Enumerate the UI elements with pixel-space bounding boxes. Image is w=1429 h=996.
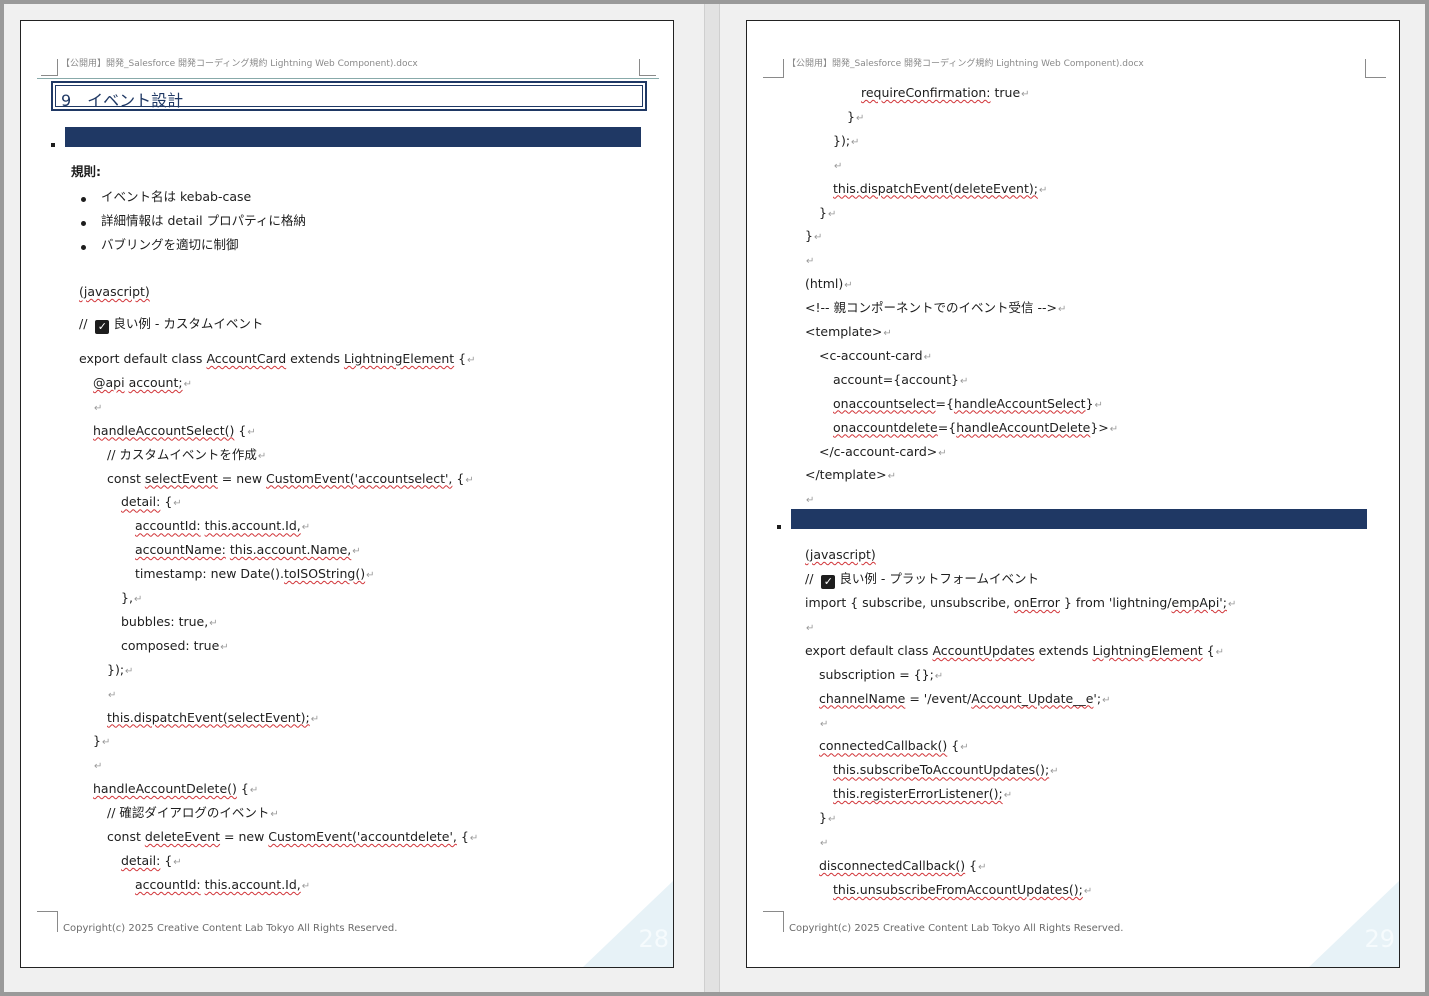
corner-decoration — [1309, 881, 1399, 967]
code-line: @api account;↵ — [93, 374, 192, 390]
page-footer: Copyright(c) 2025 Creative Content Lab T… — [63, 923, 398, 934]
code-line: handleAccountSelect() {↵ — [93, 422, 256, 438]
code-line: accountId: this.account.Id,↵ — [135, 876, 311, 892]
code-line: <!-- 親コンポーネントでのイベント受信 -->↵ — [805, 300, 1067, 316]
crop-mark — [1365, 59, 1386, 78]
code-line: ↵ — [94, 761, 103, 773]
code-line: detail: {↵ — [121, 852, 182, 868]
checkbox-checked-icon: ✓ — [821, 575, 836, 589]
page-footer: Copyright(c) 2025 Creative Content Lab T… — [789, 923, 1124, 934]
header-rule — [37, 78, 659, 79]
good-example-comment: // ✓ 良い例 - カスタムイベント — [79, 316, 264, 334]
checkbox-checked-icon: ✓ — [95, 320, 110, 334]
code-line: const selectEvent = new CustomEvent('acc… — [107, 470, 474, 486]
heading-1-text: 9 イベント設計 — [61, 91, 184, 110]
rules-label: 規則: — [71, 164, 101, 179]
code-line: import { subscribe, unsubscribe, onError… — [805, 595, 1237, 610]
code-line: ↵ — [94, 402, 103, 414]
bullet — [81, 197, 86, 202]
code-line: }↵ — [93, 733, 111, 749]
code-line: }↵ — [819, 204, 837, 220]
code-line: connectedCallback() {↵ — [819, 738, 969, 754]
list-marker — [777, 525, 781, 529]
document-canvas: 【公開用】開発_Salesforce 開発コーディング規約 Lightning … — [4, 4, 1425, 992]
code-line: ↵ — [806, 622, 815, 634]
code-line: accountName: this.account.Name,↵ — [135, 542, 361, 558]
page-28[interactable]: 【公開用】開発_Salesforce 開発コーディング規約 Lightning … — [20, 20, 674, 968]
corner-decoration — [583, 881, 673, 967]
code-line: }↵ — [847, 108, 865, 124]
bullet — [81, 221, 86, 226]
code-line: <template>↵ — [805, 324, 892, 339]
code-line: this.unsubscribeFromAccountUpdates();↵ — [833, 881, 1093, 897]
page-header: 【公開用】開発_Salesforce 開発コーディング規約 Lightning … — [787, 59, 1144, 69]
code-line: detail: {↵ — [121, 494, 182, 510]
code-line: </c-account-card>↵ — [819, 443, 947, 459]
good-example-comment: // ✓ 良い例 - プラットフォームイベント — [805, 571, 1039, 589]
page-header: 【公開用】開発_Salesforce 開発コーディング規約 Lightning … — [61, 59, 418, 69]
heading-2[interactable]: 9.2 プラットフォームイベント — [791, 509, 1367, 547]
crop-mark — [639, 59, 656, 76]
code-line: onaccountdelete={handleAccountDelete}>↵ — [833, 419, 1119, 435]
code-line: ↵ — [820, 718, 829, 730]
code-line: disconnectedCallback() {↵ — [819, 857, 987, 873]
heading-1[interactable]: 9 イベント設計 — [51, 81, 647, 111]
code-line: ↵ — [834, 160, 843, 172]
code-line: timestamp: new Date().toISOString()↵ — [135, 566, 375, 582]
bullet-item: バブリングを適切に制御 — [101, 237, 239, 252]
code-line: },↵ — [121, 590, 143, 605]
lang-label: (javascript) — [805, 547, 876, 562]
crop-mark — [763, 911, 784, 932]
code-line: // カスタムイベントを作成↵ — [107, 446, 267, 462]
code-line: }↵ — [805, 228, 823, 244]
code-line: </template>↵ — [805, 467, 896, 483]
code-line: bubbles: true,↵ — [121, 613, 218, 629]
page-gap — [704, 4, 720, 992]
heading-2-text: 9.1 カスタムイベント — [91, 149, 239, 165]
code-line: (html)↵ — [805, 276, 853, 292]
code-line: ↵ — [806, 495, 815, 507]
page-number: 28 — [638, 925, 669, 953]
code-line: handleAccountDelete() {↵ — [93, 781, 259, 797]
code-line: accountId: this.account.Id,↵ — [135, 518, 311, 534]
code-line: requireConfirmation: true↵ — [861, 85, 1030, 100]
lang-label: (javascript) — [79, 284, 150, 299]
code-line: });↵ — [107, 661, 134, 677]
page-number: 29 — [1364, 925, 1395, 953]
bullet-item: イベント名は kebab-case — [101, 189, 252, 204]
code-line: subscription = {};↵ — [819, 666, 944, 682]
code-line: export default class AccountCard extends… — [79, 351, 476, 366]
code-line: }↵ — [819, 810, 837, 826]
code-line: const deleteEvent = new CustomEvent('acc… — [107, 829, 479, 844]
code-line: this.dispatchEvent(deleteEvent);↵ — [833, 180, 1048, 196]
crop-mark — [763, 59, 784, 78]
page-29[interactable]: 【公開用】開発_Salesforce 開発コーディング規約 Lightning … — [746, 20, 1400, 968]
crop-mark — [37, 911, 58, 932]
code-line: <c-account-card↵ — [819, 347, 932, 363]
code-line: // 確認ダイアログのイベント↵ — [107, 805, 279, 821]
code-line: this.registerErrorListener();↵ — [833, 786, 1013, 802]
code-line: this.subscribeToAccountUpdates();↵ — [833, 762, 1059, 778]
heading-2[interactable]: 9.1 カスタムイベント — [65, 127, 641, 165]
code-line: this.dispatchEvent(selectEvent);↵ — [107, 709, 320, 725]
code-line: ↵ — [806, 256, 815, 268]
list-marker — [51, 143, 55, 147]
code-line: channelName = '/event/Account_Update__e'… — [819, 690, 1111, 706]
bullet-item: 詳細情報は detail プロパティに格納 — [101, 213, 306, 228]
bullet — [81, 245, 86, 250]
code-line: account={account}↵ — [833, 371, 969, 387]
code-line: ↵ — [820, 838, 829, 849]
code-line: });↵ — [833, 132, 860, 148]
code-line: ↵ — [108, 689, 117, 701]
crop-mark — [41, 59, 58, 76]
code-line: onaccountselect={handleAccountSelect}↵ — [833, 395, 1103, 411]
code-line: composed: true↵ — [121, 637, 229, 653]
code-line: export default class AccountUpdates exte… — [805, 642, 1225, 658]
heading-2-text: 9.2 プラットフォームイベント — [817, 531, 1020, 547]
